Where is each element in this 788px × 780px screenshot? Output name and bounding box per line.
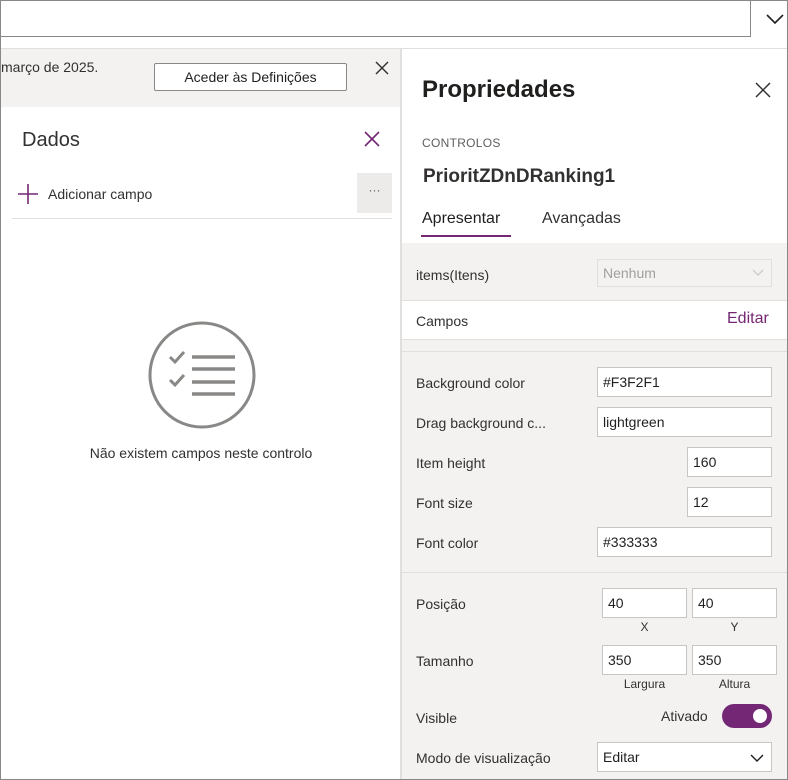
size-label: Tamanho xyxy=(416,653,474,669)
properties-pane: Propriedades CONTROLOS PrioritZDnDRankin… xyxy=(402,49,787,779)
chevron-down-icon xyxy=(750,754,764,762)
drag-background-color-input[interactable]: lightgreen xyxy=(597,407,772,437)
font-color-label: Font color xyxy=(416,535,479,551)
background-color-label: Background color xyxy=(416,375,525,391)
font-size-label: Font size xyxy=(416,495,473,511)
font-size-input[interactable]: 12 xyxy=(687,487,772,517)
visible-toggle[interactable] xyxy=(722,704,772,728)
position-y-caption: Y xyxy=(730,620,739,634)
position-y-input[interactable]: 40 xyxy=(692,588,777,618)
formula-bar xyxy=(1,1,787,49)
more-options-button[interactable]: ··· xyxy=(357,173,392,213)
position-label: Posição xyxy=(416,596,466,612)
open-settings-button[interactable]: Aceder às Definições xyxy=(154,63,347,91)
data-pane-area: março de 2025. Aceder às Definições Dado… xyxy=(1,49,400,779)
close-icon[interactable] xyxy=(363,130,381,148)
close-icon[interactable] xyxy=(373,59,391,77)
background-color-input[interactable]: #F3F2F1 xyxy=(597,367,772,397)
active-tab-indicator xyxy=(421,235,511,237)
item-height-input[interactable]: 160 xyxy=(687,447,772,477)
divider xyxy=(402,351,787,352)
visible-state-label: Ativado xyxy=(661,708,708,724)
visible-label: Visible xyxy=(416,710,457,726)
divider xyxy=(12,218,392,219)
add-field-label: Adicionar campo xyxy=(48,186,153,202)
control-name: PrioritZDnDRanking1 xyxy=(423,166,616,187)
empty-state-message: Não existem campos neste controlo xyxy=(89,445,313,461)
drag-background-color-label: Drag background c... xyxy=(416,415,546,431)
position-x-input[interactable]: 40 xyxy=(602,588,687,618)
app-window: março de 2025. Aceder às Definições Dado… xyxy=(0,0,788,780)
width-input[interactable]: 350 xyxy=(602,645,687,675)
data-pane-title: Dados xyxy=(22,129,80,151)
item-height-label: Item height xyxy=(416,455,486,471)
font-color-input[interactable]: #333333 xyxy=(597,527,772,557)
checklist-icon xyxy=(148,321,256,429)
display-mode-label: Modo de visualização xyxy=(416,750,551,766)
notification-banner: março de 2025. Aceder às Definições xyxy=(1,49,400,107)
height-input[interactable]: 350 xyxy=(692,645,777,675)
chevron-down-icon xyxy=(752,269,764,276)
display-mode-select[interactable]: Editar xyxy=(597,742,772,772)
tab-advanced[interactable]: Avançadas xyxy=(542,210,621,238)
formula-input[interactable] xyxy=(1,1,751,37)
height-caption: Altura xyxy=(718,677,751,691)
plus-icon xyxy=(18,184,38,204)
fields-row: Campos Editar xyxy=(402,300,787,340)
position-x-caption: X xyxy=(640,620,649,634)
width-caption: Largura xyxy=(623,677,666,691)
display-mode-value: Editar xyxy=(603,749,640,765)
properties-title: Propriedades xyxy=(422,76,576,103)
fields-label: Campos xyxy=(416,313,469,329)
close-icon[interactable] xyxy=(754,81,772,99)
edit-fields-link[interactable]: Editar xyxy=(727,310,769,328)
items-select[interactable]: Nenhum xyxy=(597,259,772,287)
chevron-down-icon[interactable] xyxy=(763,7,787,31)
section-caption: CONTROLOS xyxy=(422,136,501,150)
banner-text: março de 2025. xyxy=(1,59,99,75)
tab-display[interactable]: Apresentar xyxy=(422,210,500,238)
toggle-knob xyxy=(753,709,767,723)
add-field-button[interactable]: Adicionar campo xyxy=(17,181,152,207)
items-select-value: Nenhum xyxy=(603,265,656,281)
items-label: items(Itens) xyxy=(416,267,490,283)
divider xyxy=(402,572,787,573)
